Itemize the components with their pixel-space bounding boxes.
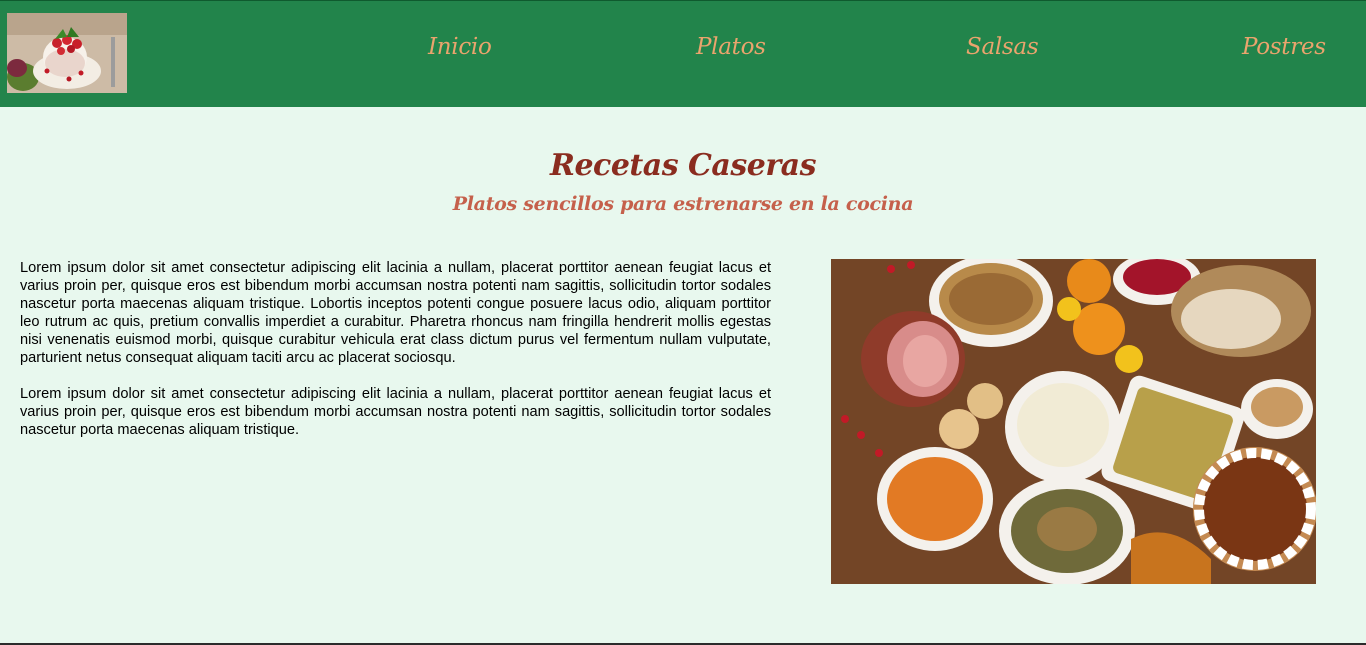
page-title: Recetas Caseras <box>550 148 816 183</box>
nav-inicio[interactable]: Inicio <box>428 29 492 65</box>
nav-salsas[interactable]: Salsas <box>966 29 1039 65</box>
holiday-dinner-image <box>831 259 1316 584</box>
paragraph-2: Lorem ipsum dolor sit amet consectetur a… <box>20 386 771 438</box>
nav-postres[interactable]: Postres <box>1242 29 1326 65</box>
nav-platos[interactable]: Platos <box>696 29 766 65</box>
dessert-logo-image <box>7 13 127 93</box>
site-header: Inicio Platos Salsas Postres <box>0 1 1366 107</box>
feast-photo <box>831 259 1316 584</box>
paragraph-1: Lorem ipsum dolor sit amet consectetur a… <box>20 260 771 366</box>
main-text: Lorem ipsum dolor sit amet consectetur a… <box>20 259 771 457</box>
page-subtitle: Platos sencillos para estrenarse en la c… <box>452 193 914 215</box>
site-logo[interactable] <box>7 13 127 93</box>
